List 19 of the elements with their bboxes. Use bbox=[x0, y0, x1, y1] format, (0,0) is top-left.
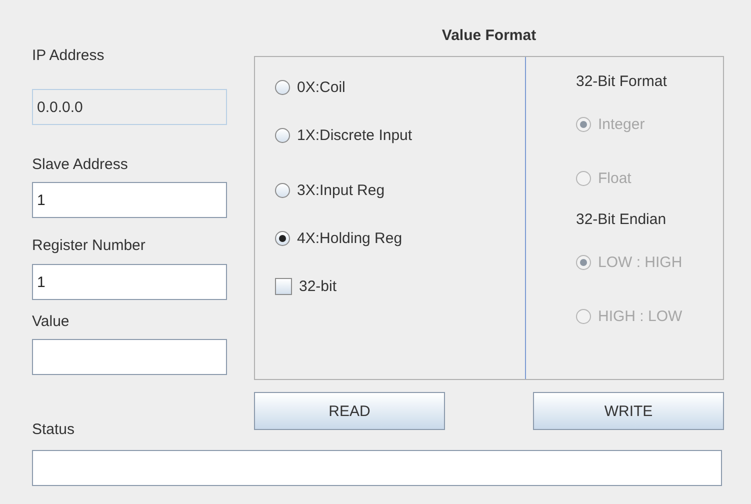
button[interactable]: WRITE bbox=[533, 392, 724, 430]
field-label: Status bbox=[32, 420, 76, 440]
button[interactable]: READ bbox=[254, 392, 445, 430]
field-label: Value bbox=[32, 312, 70, 332]
radio-button[interactable]: 4X:Holding Reg bbox=[275, 228, 525, 248]
group-heading: 32-Bit Endian bbox=[576, 210, 668, 230]
input-field[interactable]: 1 bbox=[32, 182, 227, 218]
field-label: Register Number bbox=[32, 236, 146, 256]
field-label: IP Address bbox=[32, 46, 106, 66]
status-field[interactable] bbox=[32, 450, 722, 486]
checkbox[interactable]: 32-bit bbox=[275, 276, 525, 296]
field-label: Slave Address bbox=[32, 155, 129, 175]
radio-button[interactable]: 3X:Input Reg bbox=[275, 180, 525, 200]
input-field[interactable] bbox=[32, 339, 227, 375]
radio-button[interactable]: 1X:Discrete Input bbox=[275, 125, 525, 145]
group-heading: 32-Bit Format bbox=[576, 72, 668, 92]
section-title: Value Format bbox=[440, 26, 538, 46]
radio-button[interactable]: 0X:Coil bbox=[275, 77, 525, 97]
input-field[interactable]: 1 bbox=[32, 264, 227, 300]
